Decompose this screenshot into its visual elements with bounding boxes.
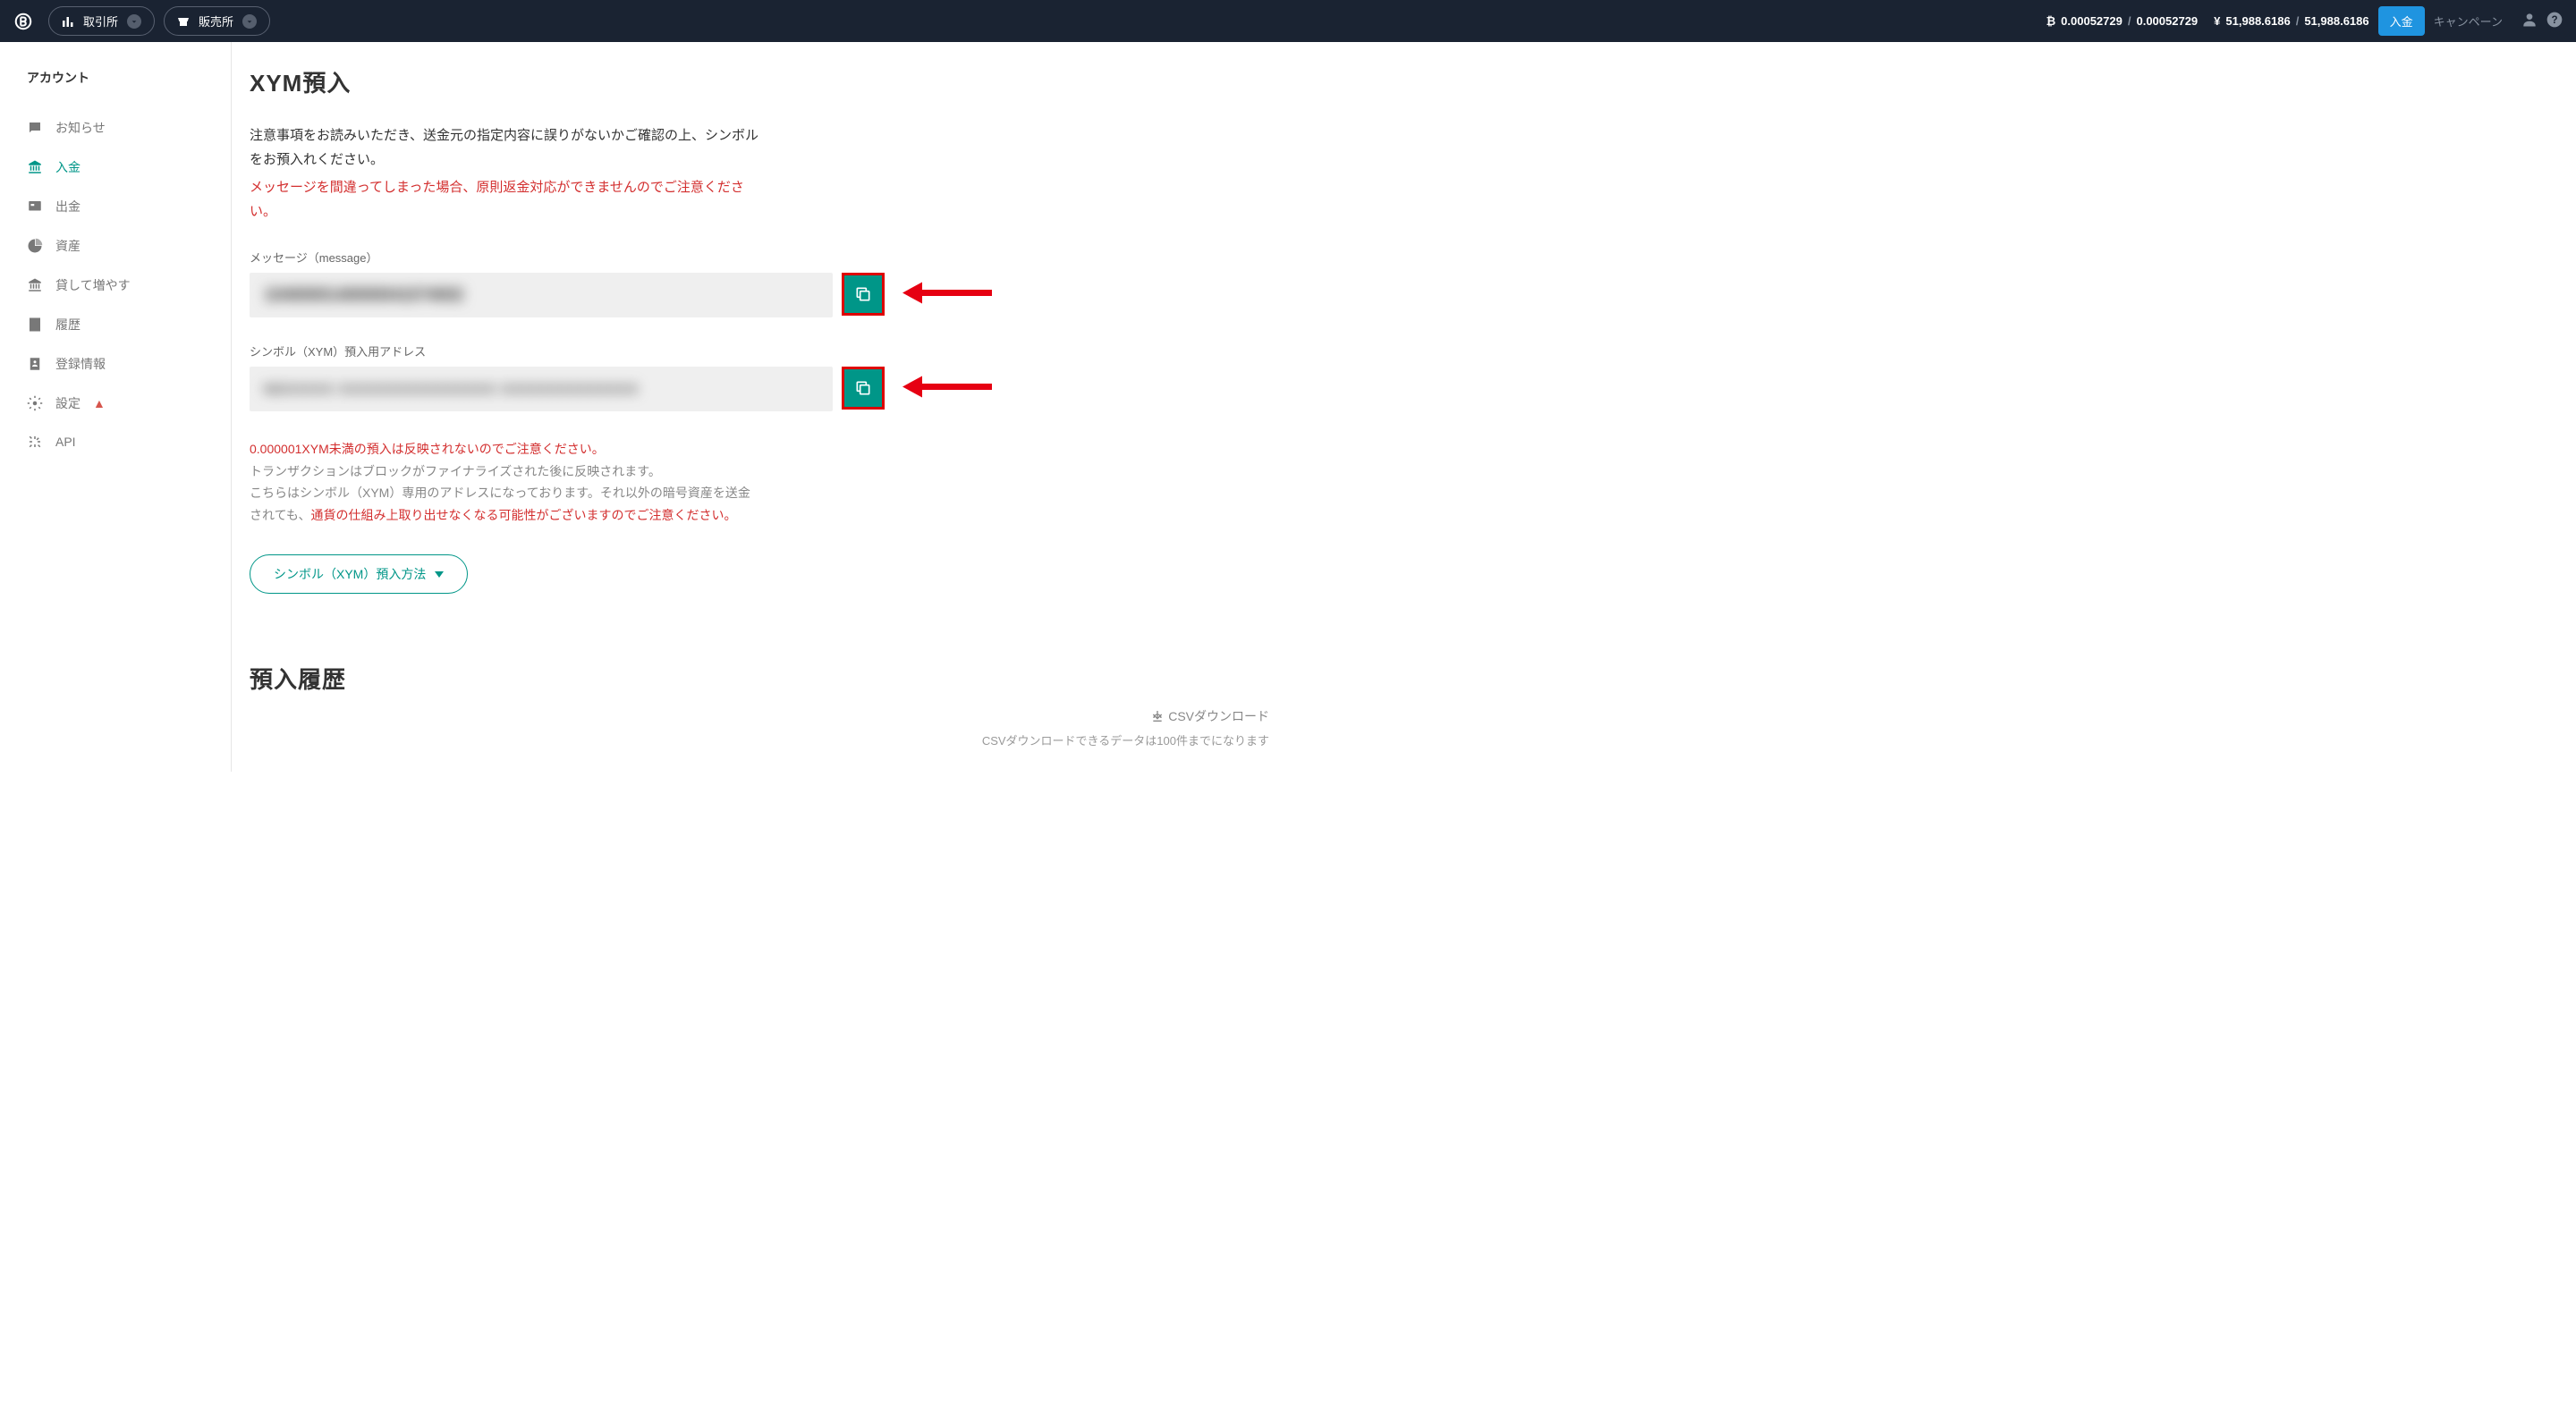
jpy-bid: 51,988.6186 <box>2225 14 2290 28</box>
message-value: 1040000140000041074002 <box>264 285 463 306</box>
help-icon[interactable]: ? <box>2546 11 2563 31</box>
caret-down-icon <box>435 567 444 581</box>
dropdown-label: 取引所 <box>83 13 118 30</box>
page-title: XYM預入 <box>250 65 1287 98</box>
note-finalize: トランザクションはブロックがファイナライズされた後に反映されます。 <box>250 460 759 483</box>
svg-text:?: ? <box>2551 14 2557 26</box>
dropdown-label: 販売所 <box>199 13 233 30</box>
address-value: NDXXXXX XXXXXXXXXXXXXXXX XXXXXXXXXXXXXX <box>264 382 639 397</box>
chart-icon <box>62 15 74 28</box>
jpy-ask: 51,988.6186 <box>2304 14 2368 28</box>
btc-rate: ₿ 0.00052729 / 0.00052729 <box>2046 14 2199 28</box>
sidebar-title: アカウント <box>0 60 231 108</box>
address-value-box: NDXXXXX XXXXXXXXXXXXXXXX XXXXXXXXXXXXXX <box>250 367 833 411</box>
sidebar-item-deposit[interactable]: 入金 <box>0 148 231 187</box>
chevron-down-icon <box>242 14 257 29</box>
note-address-warning: 通貨の仕組み上取り出せなくなる可能性がございますのでご注意ください。 <box>310 508 736 522</box>
gear-icon <box>27 395 43 411</box>
sidebar-item-assets[interactable]: 資産 <box>0 226 231 266</box>
pie-icon <box>27 238 43 254</box>
message-value-box: 1040000140000041074002 <box>250 273 833 317</box>
message-row: 1040000140000041074002 <box>250 273 885 317</box>
message-icon <box>27 120 43 136</box>
instruction-text: 注意事項をお読みいただき、送金元の指定内容に誤りがないかご確認の上、シンボルをお… <box>250 123 759 172</box>
sidebar-item-label: 出金 <box>55 198 80 215</box>
main-content: XYM預入 注意事項をお読みいただき、送金元の指定内容に誤りがないかご確認の上、… <box>232 42 1305 772</box>
arrow-annotation <box>902 277 992 314</box>
sidebar-item-api[interactable]: API <box>0 423 231 460</box>
warning-text: メッセージを間違ってしまった場合、原則返金対応ができませんのでご注意ください。 <box>250 175 759 224</box>
exchange-dropdown[interactable]: 取引所 <box>48 6 155 36</box>
csv-download-link[interactable]: CSVダウンロード <box>1150 707 1269 725</box>
address-row: NDXXXXX XXXXXXXXXXXXXXXX XXXXXXXXXXXXXX <box>250 367 885 411</box>
lend-icon <box>27 277 43 293</box>
jpy-rate: ¥ 51,988.6186 / 51,988.6186 <box>2214 14 2368 28</box>
notes-block: 0.000001XYM未満の預入は反映されないのでご注意ください。 トランザクシ… <box>250 438 759 526</box>
csv-note: CSVダウンロードできるデータは100件までになります <box>250 731 1269 748</box>
api-icon <box>27 434 43 450</box>
sidebar-item-label: 入金 <box>55 158 80 176</box>
sidebar-item-label: お知らせ <box>55 119 106 137</box>
note-min-amount: 0.000001XYM未満の預入は反映されないのでご注意ください。 <box>250 438 759 460</box>
message-label: メッセージ（message） <box>250 249 1287 266</box>
sidebar-item-label: 貸して増やす <box>55 276 131 294</box>
pill-label: シンボル（XYM）預入方法 <box>274 565 426 583</box>
bank-icon <box>27 159 43 175</box>
sidebar-item-withdraw[interactable]: 出金 <box>0 187 231 226</box>
warning-icon: ▲ <box>93 396 106 410</box>
csv-block: CSVダウンロード CSVダウンロードできるデータは100件までになります <box>250 707 1287 748</box>
btc-bid: 0.00052729 <box>2061 14 2123 28</box>
sidebar-item-label: 設定 <box>55 394 80 412</box>
header-bar: 取引所 販売所 ₿ 0.00052729 / 0.00052729 ¥ 51,9… <box>0 0 2576 42</box>
btc-ask: 0.00052729 <box>2136 14 2198 28</box>
sidebar-item-label: 登録情報 <box>55 355 106 373</box>
sidebar-item-lending[interactable]: 貸して増やす <box>0 266 231 305</box>
deposit-button[interactable]: 入金 <box>2378 6 2425 36</box>
profile-icon <box>27 356 43 372</box>
sidebar-item-profile[interactable]: 登録情報 <box>0 344 231 384</box>
sidebar-item-history[interactable]: 履歴 <box>0 305 231 344</box>
campaign-link[interactable]: キャンペーン <box>2434 13 2503 30</box>
csv-link-label: CSVダウンロード <box>1168 707 1269 725</box>
sidebar-item-label: API <box>55 435 76 449</box>
user-icon[interactable] <box>2521 11 2538 31</box>
jpy-symbol: ¥ <box>2214 14 2220 28</box>
sidebar-item-settings[interactable]: 設定 ▲ <box>0 384 231 423</box>
withdraw-icon <box>27 199 43 215</box>
btc-symbol: ₿ <box>2046 14 2056 28</box>
sidebar-item-label: 履歴 <box>55 316 80 334</box>
arrow-annotation <box>902 371 992 408</box>
sidebar-item-notice[interactable]: お知らせ <box>0 108 231 148</box>
list-icon <box>27 317 43 333</box>
chevron-down-icon <box>127 14 141 29</box>
history-title: 預入履歴 <box>250 662 1287 695</box>
copy-message-button[interactable] <box>842 273 885 316</box>
address-label: シンボル（XYM）預入用アドレス <box>250 342 1287 359</box>
copy-address-button[interactable] <box>842 367 885 410</box>
sidebar-item-label: 資産 <box>55 237 80 255</box>
shop-dropdown[interactable]: 販売所 <box>164 6 270 36</box>
shop-icon <box>177 15 190 28</box>
deposit-method-button[interactable]: シンボル（XYM）預入方法 <box>250 554 468 594</box>
logo-icon[interactable] <box>13 11 34 32</box>
sidebar: アカウント お知らせ 入金 出金 資産 貸して増やす 履歴 登録情報 <box>0 42 232 772</box>
